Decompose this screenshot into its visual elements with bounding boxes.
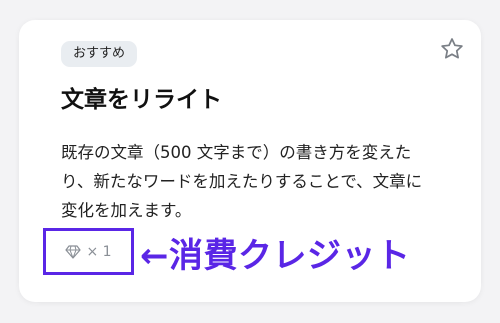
card-description: 既存の文章（500 文字まで）の書き方を変えたり、新たなワードを加えたりすること… (61, 143, 423, 220)
credit-annotation: ←消費クレジット (140, 236, 411, 276)
star-icon[interactable] (439, 36, 465, 62)
card-title: 文章をリライト (61, 87, 222, 113)
recommended-badge: おすすめ (61, 41, 138, 67)
credit-cost-indicator: × 1 (43, 228, 134, 275)
credit-count: × 1 (86, 243, 112, 260)
diamond-icon (65, 244, 82, 259)
